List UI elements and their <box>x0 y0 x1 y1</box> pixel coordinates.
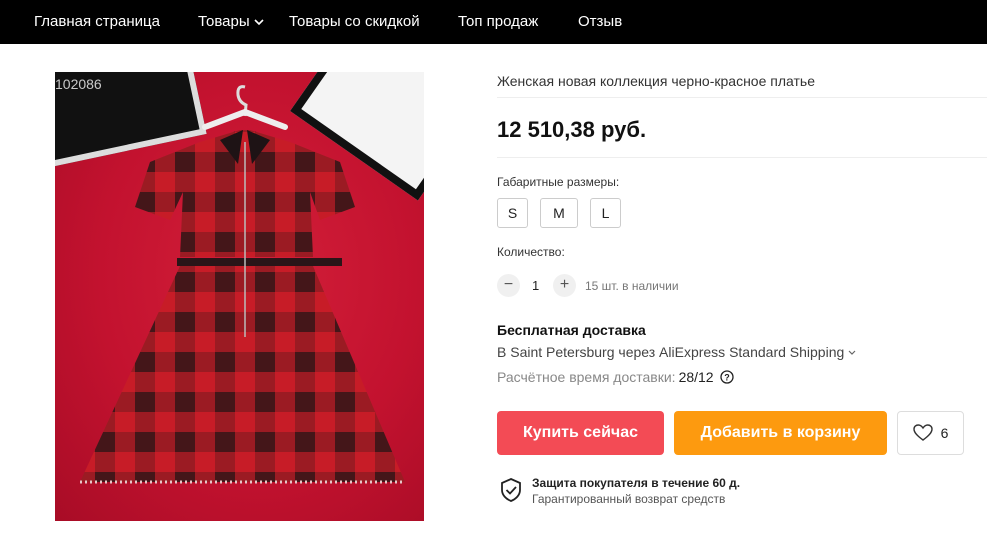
chevron-down-icon <box>848 350 856 355</box>
nav-item-reviews[interactable]: Отзыв <box>578 13 622 30</box>
nav-item-discount[interactable]: Товары со скидкой <box>289 13 420 30</box>
svg-text:?: ? <box>724 373 730 383</box>
eta-value: 28/12 <box>678 369 714 385</box>
help-icon[interactable]: ? <box>719 370 734 384</box>
add-to-cart-button[interactable]: Добавить в корзину <box>674 411 887 455</box>
divider <box>497 157 987 158</box>
chevron-down-icon <box>254 18 264 25</box>
dress-illustration <box>80 85 405 484</box>
quantity-decrease-button[interactable]: − <box>497 274 520 297</box>
delivery-eta: Расчётное время доставки: 28/12 ? <box>497 369 734 385</box>
size-option-m[interactable]: M <box>540 198 578 228</box>
divider <box>497 97 987 98</box>
nav-item-label: Главная страница <box>34 13 160 30</box>
product-price: 12 510,38 руб. <box>497 117 647 142</box>
quantity-label: Количество: <box>497 245 565 259</box>
buyer-protection-title: Защита покупателя в течение 60 д. <box>532 476 741 490</box>
quantity-increase-button[interactable]: + <box>553 274 576 297</box>
nav-item-label: Товары <box>198 13 250 30</box>
sizes-label: Габаритные размеры: <box>497 175 620 189</box>
nav-item-products[interactable]: Товары <box>198 13 265 30</box>
wishlist-count: 6 <box>940 425 949 441</box>
heart-icon <box>912 424 933 441</box>
nav-item-label: Товары со скидкой <box>289 13 420 30</box>
size-option-s[interactable]: S <box>497 198 528 228</box>
shield-check-icon <box>501 478 521 502</box>
product-image[interactable]: 102086 <box>55 72 424 521</box>
size-option-l[interactable]: L <box>590 198 621 228</box>
eta-label: Расчётное время доставки: <box>497 369 676 385</box>
shipping-method-text: В Saint Petersburg через AliExpress Stan… <box>497 344 845 360</box>
quantity-value[interactable]: 1 <box>532 278 539 293</box>
stock-count: 15 шт. в наличии <box>585 279 679 293</box>
top-navigation: Главная страница Товары Товары со скидко… <box>0 0 987 44</box>
shipping-method-selector[interactable]: В Saint Petersburg через AliExpress Stan… <box>497 344 857 360</box>
shipping-title: Бесплатная доставка <box>497 322 646 338</box>
wishlist-button[interactable]: 6 <box>897 411 964 455</box>
product-title: Женская новая коллекция черно-красное пл… <box>497 73 815 89</box>
nav-item-label: Отзыв <box>578 13 623 30</box>
buyer-protection-subtitle: Гарантированный возврат средств <box>532 492 726 506</box>
nav-item-top-sales[interactable]: Топ продаж <box>458 13 538 30</box>
buy-now-button[interactable]: Купить сейчас <box>497 411 664 455</box>
nav-item-label: Топ продаж <box>458 13 539 30</box>
nav-item-home[interactable]: Главная страница <box>34 13 160 30</box>
